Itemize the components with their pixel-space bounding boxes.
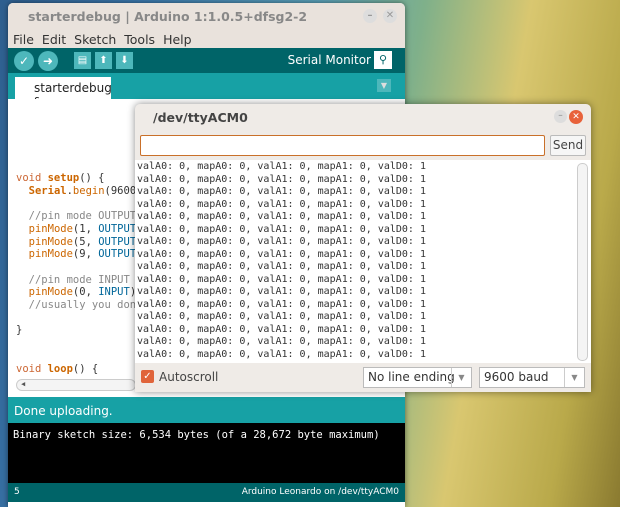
serial-line: valA0: 0, mapA0: 0, valA1: 0, mapA1: 0, … (137, 236, 426, 247)
send-button[interactable]: Send (550, 135, 586, 156)
serial-monitor-window: /dev/ttyACM0 – ✕ Send valA0: 0, mapA0: 0… (135, 104, 591, 392)
baud-value: 9600 baud (484, 370, 549, 384)
tab-menu-icon[interactable]: ▼ (377, 79, 391, 92)
serial-line: valA0: 0, mapA0: 0, valA1: 0, mapA1: 0, … (137, 248, 426, 260)
tab-starterdebug[interactable]: starterdebug § (15, 77, 112, 109)
serial-line: valA0: 0, mapA0: 0, valA1: 0, mapA1: 0, … (137, 273, 426, 285)
serial-line: valA0: 0, mapA0: 0, valA1: 0, mapA1: 0, … (137, 223, 426, 235)
serial-input[interactable] (140, 135, 545, 156)
menu-tools[interactable]: Tools (124, 32, 155, 47)
serial-line: valA0: 0, mapA0: 0, valA1: 0, mapA1: 0, … (137, 186, 426, 197)
status-bar: Done uploading. (8, 397, 405, 423)
footer-bar: 5 Arduino Leonardo on /dev/ttyACM0 (8, 483, 405, 502)
autoscroll-checkbox[interactable]: ✓ (141, 370, 154, 383)
line-ending-select[interactable]: No line ending ▼ (363, 367, 472, 388)
line-number: 5 (14, 487, 20, 497)
serial-bottom-bar: ✓ Autoscroll No line ending ▼ 9600 baud … (135, 363, 591, 392)
close-icon[interactable]: ✕ (383, 9, 397, 23)
verify-icon[interactable]: ✓ (14, 50, 34, 71)
code-text: void setup() { Serial.begin(9600); //pin… (16, 172, 149, 375)
menu-sketch[interactable]: Sketch (74, 32, 116, 47)
menu-edit[interactable]: Edit (42, 32, 66, 47)
new-file-icon[interactable]: ▤ (74, 52, 91, 69)
tab-bar: starterdebug § ▼ (8, 73, 405, 109)
menu-help[interactable]: Help (163, 32, 192, 47)
serial-line: valA0: 0, mapA0: 0, valA1: 0, mapA1: 0, … (137, 198, 426, 210)
serial-line: valA0: 0, mapA0: 0, valA1: 0, mapA1: 0, … (137, 161, 426, 172)
serial-line: valA0: 0, mapA0: 0, valA1: 0, mapA1: 0, … (137, 348, 426, 360)
serial-title: /dev/ttyACM0 (153, 110, 248, 125)
line-ending-value: No line ending (368, 370, 455, 384)
serial-line: valA0: 0, mapA0: 0, valA1: 0, mapA1: 0, … (137, 323, 426, 335)
menu-bar: File Edit Sketch Tools Help (8, 30, 405, 48)
serial-line: valA0: 0, mapA0: 0, valA1: 0, mapA1: 0, … (137, 211, 426, 222)
upload-icon[interactable]: ➜ (38, 50, 58, 71)
save-icon[interactable]: ⬇ (116, 52, 133, 69)
horizontal-scrollbar[interactable]: ◀ (16, 379, 136, 391)
serial-line: valA0: 0, mapA0: 0, valA1: 0, mapA1: 0, … (137, 311, 426, 322)
close-icon[interactable]: ✕ (569, 110, 583, 124)
autoscroll-label: Autoscroll (159, 370, 219, 384)
serial-line: valA0: 0, mapA0: 0, valA1: 0, mapA1: 0, … (137, 298, 426, 310)
minimize-icon[interactable]: – (554, 110, 567, 123)
chevron-down-icon: ▼ (564, 368, 584, 387)
vertical-scrollbar[interactable] (577, 163, 588, 361)
serial-line: valA0: 0, mapA0: 0, valA1: 0, mapA1: 0, … (137, 173, 426, 185)
serial-output: valA0: 0, mapA0: 0, valA1: 0, mapA1: 0, … (135, 160, 591, 363)
serial-monitor-icon[interactable]: ⚲ (374, 51, 392, 69)
ide-title: starterdebug | Arduino 1:1.0.5+dfsg2-2 (28, 9, 308, 24)
toolbar: ✓ ➜ ▤ ⬆ ⬇ Serial Monitor ⚲ (8, 48, 405, 73)
minimize-icon[interactable]: – (363, 9, 377, 23)
board-info: Arduino Leonardo on /dev/ttyACM0 (241, 487, 399, 497)
baud-select[interactable]: 9600 baud ▼ (479, 367, 585, 388)
open-icon[interactable]: ⬆ (95, 52, 112, 69)
serial-line: valA0: 0, mapA0: 0, valA1: 0, mapA1: 0, … (137, 336, 426, 347)
ide-title-bar: starterdebug | Arduino 1:1.0.5+dfsg2-2 –… (8, 3, 405, 30)
chevron-down-icon: ▼ (451, 368, 471, 387)
console-output: Binary sketch size: 6,534 bytes (of a 28… (8, 423, 405, 483)
serial-monitor-label: Serial Monitor (287, 53, 371, 67)
menu-file[interactable]: File (13, 32, 34, 47)
serial-line: valA0: 0, mapA0: 0, valA1: 0, mapA1: 0, … (137, 261, 426, 272)
serial-title-bar: /dev/ttyACM0 – ✕ (135, 104, 591, 130)
serial-line: valA0: 0, mapA0: 0, valA1: 0, mapA1: 0, … (137, 286, 426, 297)
